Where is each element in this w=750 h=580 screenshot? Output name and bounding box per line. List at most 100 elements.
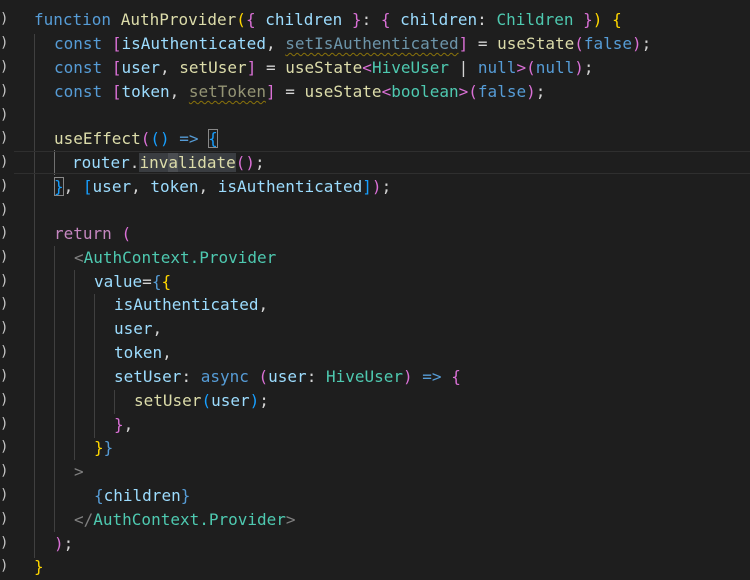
code-line-13[interactable]: isAuthenticated, <box>114 293 750 316</box>
type-name: HiveUser <box>325 367 404 386</box>
comma: , <box>152 319 163 338</box>
semicolon: ; <box>255 153 265 172</box>
comma: , <box>63 177 83 196</box>
argument: user <box>211 391 250 410</box>
function-name: AuthProvider <box>120 10 237 29</box>
fold-marker[interactable]: ) <box>0 508 10 530</box>
method-name: lidate <box>177 153 236 172</box>
code-line-19[interactable]: }} <box>94 436 750 459</box>
paren: ) <box>526 82 536 101</box>
fold-marker[interactable]: ) <box>0 80 10 102</box>
paren: ) <box>592 10 603 29</box>
angle-bracket: < <box>381 82 392 101</box>
fold-marker[interactable]: ) <box>0 8 10 30</box>
code-line-24[interactable]: } <box>34 555 750 578</box>
bracket: ] <box>458 34 469 53</box>
fold-marker[interactable]: ) <box>0 175 10 197</box>
code-line-17[interactable]: setUser(user); <box>134 389 750 412</box>
code-line-6[interactable]: useEffect(() => { <box>54 127 750 150</box>
fold-marker[interactable]: ) <box>0 270 10 292</box>
bracket: [ <box>111 82 122 101</box>
code-line-2[interactable]: const [isAuthenticated, setIsAuthenticat… <box>54 32 750 55</box>
variable: children <box>103 486 181 505</box>
bracket: [ <box>111 58 122 77</box>
fold-marker[interactable]: ) <box>0 317 10 339</box>
code-line-18[interactable]: }, <box>114 413 750 436</box>
code-line-16[interactable]: setUser: async (user: HiveUser) => { <box>114 365 750 388</box>
indent-guide <box>74 270 75 460</box>
fold-marker[interactable]: ) <box>0 246 10 268</box>
property: isAuthenticated <box>114 295 259 314</box>
bracket: ] <box>362 177 372 196</box>
code-line-15[interactable]: token, <box>114 341 750 364</box>
fold-marker[interactable]: ) <box>0 199 10 221</box>
code-line-10[interactable]: return ( <box>54 222 750 245</box>
fold-marker[interactable]: ) <box>0 104 10 126</box>
code-line-11[interactable]: <AuthContext.Provider <box>74 246 750 269</box>
fold-marker[interactable]: ) <box>0 460 10 482</box>
semicolon: ; <box>535 82 546 101</box>
literal: null <box>535 58 575 77</box>
comma: , <box>162 343 172 362</box>
brace: } <box>103 438 114 457</box>
unused-setter: setToken <box>188 82 266 101</box>
angle-bracket: < <box>362 58 372 77</box>
fold-marker[interactable]: ) <box>0 56 10 78</box>
code-line-22[interactable]: </AuthContext.Provider> <box>74 508 750 531</box>
code-line-1[interactable]: function AuthProvider({ children }: { ch… <box>34 8 750 31</box>
function-call: setUser <box>134 391 202 410</box>
fold-marker[interactable]: ) <box>0 484 10 506</box>
code-line-14[interactable]: user, <box>114 317 750 340</box>
property: children <box>400 10 478 29</box>
arrow: => <box>412 367 452 386</box>
fold-marker[interactable]: ) <box>0 32 10 54</box>
bracket: ] <box>265 82 276 101</box>
semicolon: ; <box>259 391 269 410</box>
comma: , <box>265 34 286 53</box>
operator: = <box>468 34 498 53</box>
fold-marker[interactable]: ) <box>0 151 10 173</box>
code-line-12[interactable]: value={{ <box>94 270 750 293</box>
fold-marker[interactable]: ) <box>0 532 10 554</box>
keyword: const <box>54 34 103 53</box>
type-name: boolean <box>391 82 459 101</box>
fold-marker[interactable]: ) <box>0 341 10 363</box>
fold-marker[interactable]: ) <box>0 555 10 577</box>
object-name: router <box>72 153 130 172</box>
code-line-21[interactable]: {children} <box>94 484 750 507</box>
matched-brace: { <box>208 129 218 148</box>
code-line-20[interactable]: > <box>74 460 750 483</box>
code-editor[interactable]: ) function AuthProvider({ children }: { … <box>0 0 750 580</box>
brace: } <box>351 10 362 29</box>
fold-marker[interactable]: ) <box>0 413 10 435</box>
brace: { <box>151 272 162 291</box>
tag-bracket: > <box>285 510 296 529</box>
fold-marker[interactable]: ) <box>0 436 10 458</box>
fold-marker[interactable]: ) <box>0 293 10 315</box>
setter-variable: setUser <box>179 58 247 77</box>
type-name: HiveUser <box>371 58 449 77</box>
paren: ( <box>236 10 246 29</box>
paren: ( <box>121 224 132 243</box>
dependency: isAuthenticated <box>217 177 363 196</box>
code-line-8[interactable]: }, [user, token, isAuthenticated]); <box>54 175 750 198</box>
angle-bracket: > <box>516 58 527 77</box>
code-line-4[interactable]: const [token, setToken] = useState<boole… <box>54 80 750 103</box>
dependency: user <box>92 177 132 196</box>
fold-marker[interactable]: ) <box>0 222 10 244</box>
code-line-23[interactable]: ); <box>54 532 750 555</box>
indent-guide <box>114 390 115 414</box>
fold-marker[interactable]: ) <box>0 389 10 411</box>
function-call: useEffect <box>54 129 141 148</box>
fold-marker[interactable]: ) <box>0 365 10 387</box>
tag-bracket: > <box>74 462 84 481</box>
paren: ) <box>574 58 584 77</box>
code-line-7-current[interactable]: router.invalidate(); <box>14 151 750 174</box>
code-line-3[interactable]: const [user, setUser] = useState<HiveUse… <box>54 56 750 79</box>
fold-marker[interactable]: ) <box>0 127 10 149</box>
brace: } <box>180 486 191 505</box>
paren: ) <box>249 391 260 410</box>
property: user <box>114 319 153 338</box>
paren: () <box>150 129 170 148</box>
